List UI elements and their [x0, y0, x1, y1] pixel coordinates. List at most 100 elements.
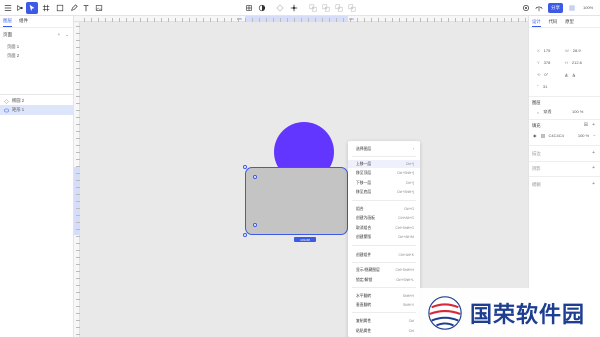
menu-item-label: 取消组合: [356, 225, 372, 230]
menu-item-shortcut: Ctrl+Alt+K: [398, 253, 414, 257]
pen-tool-icon[interactable]: [68, 2, 80, 14]
corner-radius-handle[interactable]: [253, 175, 257, 179]
menu-icon[interactable]: [2, 2, 14, 14]
rotation-value: 0°: [544, 72, 549, 77]
menu-item-shortcut: Ctrl+G: [404, 207, 414, 211]
exclude-icon[interactable]: [346, 2, 358, 14]
tabs-divider: [529, 27, 600, 28]
x-field[interactable]: X 175: [537, 48, 550, 53]
opacity-value: 100 %: [572, 109, 584, 114]
settings-icon[interactable]: [520, 2, 532, 14]
eye-icon[interactable]: ◉: [533, 133, 537, 138]
menu-item-shortcut: Ctrl+]: [405, 162, 414, 166]
avatar[interactable]: [566, 2, 578, 14]
ellipse-layer-icon: [4, 98, 9, 104]
tab-code[interactable]: 代码: [549, 19, 558, 25]
menu-item-label: 创建蒙版: [356, 234, 372, 239]
tab-prototype[interactable]: 原型: [565, 19, 574, 25]
rectangle-shape[interactable]: [245, 167, 348, 235]
blur-section-title: 模糊: [532, 182, 541, 187]
move-tool-icon[interactable]: [26, 2, 38, 14]
grid-icon[interactable]: ⊞: [584, 122, 588, 128]
menu-item-shortcut: Ctrl: [408, 319, 414, 323]
fill-row[interactable]: ◉ C4C4C4 100 % −: [533, 133, 596, 138]
menu-item-ungroup[interactable]: 取消组合 Ctrl+Shift+G: [348, 224, 420, 232]
image-tool-icon[interactable]: [93, 2, 105, 14]
layer-opacity-field[interactable]: 100 %: [572, 109, 583, 114]
fill-color-swatch[interactable]: [540, 133, 545, 138]
menu-item-toggle-lock[interactable]: 锁定/解锁 Ctrl+Shift+L: [348, 276, 420, 284]
resize-handle-top-left[interactable]: [243, 165, 247, 169]
menu-item-copy-properties[interactable]: 复制属性 Ctrl: [348, 317, 420, 325]
resize-handle-bottom-left[interactable]: [243, 233, 247, 237]
blend-icon: ◐: [537, 109, 540, 115]
panel-divider: [0, 94, 73, 95]
blend-value: 穿透: [543, 109, 552, 114]
subtract-icon[interactable]: [320, 2, 332, 14]
menu-item-paste-properties[interactable]: 粘贴属性 Ctrl: [348, 327, 420, 335]
rectangle-tool-icon[interactable]: [54, 2, 66, 14]
menu-item-create-component[interactable]: 创建组件 Ctrl+Alt+K: [348, 251, 420, 259]
tab-layers[interactable]: 图层: [3, 18, 12, 24]
watermark: 国荣软件园: [418, 288, 600, 337]
union-icon[interactable]: [307, 2, 319, 14]
zoom-level[interactable]: 100%: [583, 5, 593, 10]
menu-item-toggle-visibility[interactable]: 显示/隐藏图层 Ctrl+Shift+H: [348, 266, 420, 274]
frame-tool-icon[interactable]: [40, 2, 52, 14]
menu-item-send-backward[interactable]: 下移一层 Ctrl+[: [348, 179, 420, 187]
menu-item-shortcut: Ctrl+Shift+[: [397, 190, 414, 194]
boolean-icon[interactable]: [274, 2, 286, 14]
flip-horizontal-icon[interactable]: ◭: [565, 72, 568, 77]
menu-item-select-layer[interactable]: 选择图层 ›: [348, 145, 420, 153]
menu-item-shortcut: Ctrl+Alt+G: [398, 216, 414, 220]
add-fill-icon[interactable]: +: [592, 122, 595, 128]
context-menu: 选择图层 › 上移一层 Ctrl+] 移至顶层 Ctrl+Shift+] 下移一…: [348, 141, 420, 337]
menu-item-shortcut: Shift+H: [402, 294, 414, 298]
logo-icon: [14, 2, 26, 14]
mask-icon[interactable]: [256, 2, 268, 14]
menu-item-bring-to-front[interactable]: 移至顶层 Ctrl+Shift+]: [348, 169, 420, 177]
add-page-icon[interactable]: +: [58, 32, 61, 38]
share-button[interactable]: 分享: [548, 3, 563, 13]
h-field[interactable]: H 212.6: [565, 60, 582, 65]
add-shadow-icon[interactable]: +: [592, 165, 595, 171]
menu-item-group[interactable]: 组合 Ctrl+G: [348, 205, 420, 213]
component-icon[interactable]: [243, 2, 255, 14]
y-field[interactable]: Y 378: [537, 60, 550, 65]
remove-fill-icon[interactable]: −: [593, 133, 595, 138]
tab-components[interactable]: 组件: [19, 18, 28, 24]
x-label-icon: X: [537, 48, 540, 53]
corner-radius-handle[interactable]: [253, 223, 257, 227]
menu-item-flip-vertical[interactable]: 垂直翻转 Shift+V: [348, 301, 420, 309]
menu-item-label: 创建为画板: [356, 215, 375, 220]
menu-item-label: 水平翻转: [356, 293, 372, 298]
menu-item-flip-horizontal[interactable]: 水平翻转 Shift+H: [348, 292, 420, 300]
rotation-field[interactable]: ⟲ 0°: [537, 72, 548, 77]
menu-item-create-mask[interactable]: 创建蒙版 Ctrl+Alt+M: [348, 233, 420, 241]
size-tag: 103x68: [294, 237, 316, 242]
top-toolbar: 分享 100%: [0, 0, 600, 16]
add-blur-icon[interactable]: +: [592, 181, 595, 187]
menu-item-bring-forward[interactable]: 上移一层 Ctrl+]: [348, 160, 420, 168]
align-icon[interactable]: [288, 2, 300, 14]
menu-item-send-to-back[interactable]: 移至底层 Ctrl+Shift+[: [348, 188, 420, 196]
page-item-1[interactable]: 页面 1: [7, 44, 19, 50]
preview-icon[interactable]: [533, 2, 545, 14]
blend-mode-select[interactable]: ◐ 穿透: [537, 109, 551, 115]
menu-item-label: 移至顶层: [356, 170, 372, 175]
text-tool-icon[interactable]: [80, 2, 92, 14]
flip-buttons[interactable]: ◭ ◮: [565, 72, 575, 77]
add-stroke-icon[interactable]: +: [592, 150, 595, 156]
tab-design[interactable]: 设计: [532, 19, 541, 25]
chevron-down-icon[interactable]: ⌄: [65, 32, 69, 38]
w-field[interactable]: W 28.9: [565, 48, 581, 53]
fill-opacity-value: 100 %: [577, 133, 590, 138]
radius-field[interactable]: ⌜ 31: [537, 84, 547, 89]
globe-logo-icon: [428, 295, 462, 330]
menu-item-shortcut: Ctrl+Shift+G: [395, 226, 414, 230]
intersect-icon[interactable]: [333, 2, 345, 14]
layer-item-rectangle[interactable]: 矩形 1: [0, 105, 73, 115]
flip-vertical-icon[interactable]: ◮: [572, 72, 575, 77]
menu-item-create-frame[interactable]: 创建为画板 Ctrl+Alt+G: [348, 214, 420, 222]
page-item-2[interactable]: 页面 2: [7, 53, 19, 59]
